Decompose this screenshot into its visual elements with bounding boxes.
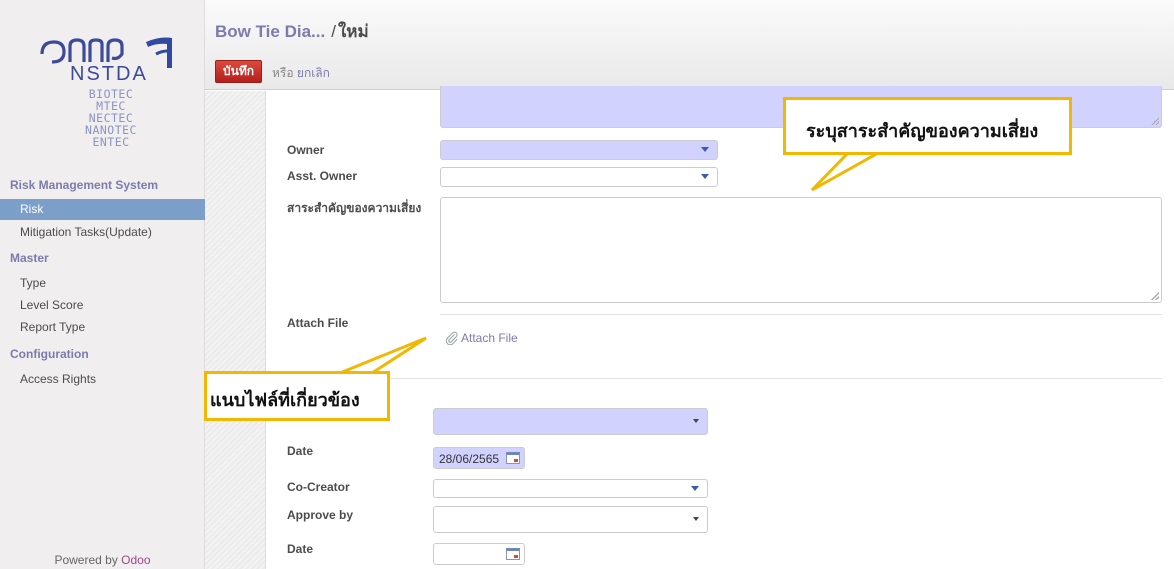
or-label: หรือ (272, 66, 294, 80)
nstda-logo: NSTDA BIOTEC MTEC NECTEC NANOTEC ENTEC (22, 22, 182, 162)
owner-label: Owner (287, 143, 325, 157)
date-label: Date (287, 444, 314, 458)
powered-by: Powered by Odoo (0, 553, 205, 567)
date2-input[interactable] (433, 543, 525, 565)
sidebar-item-risk[interactable]: Risk (0, 199, 205, 220)
approve-by-label: Approve by (287, 508, 354, 522)
divider (265, 378, 1162, 379)
date2-label: Date (287, 542, 314, 556)
attach-file-link-text: Attach File (461, 331, 518, 345)
callout-attach-file: แนบไฟล์ที่เกี่ยวข้อง (204, 371, 390, 421)
logo-sub: ENTEC (92, 135, 130, 149)
dropdown-caret-icon (693, 517, 699, 521)
sidebar-section-risk-management: Risk Management System (10, 178, 159, 192)
form-sheet (265, 91, 1174, 569)
form-background (205, 91, 265, 569)
breadcrumb-separator: / (331, 22, 336, 41)
date-input[interactable]: 28/06/2565 (433, 447, 525, 469)
callout-risk-essence: ระบุสาระสำคัญของความเสี่ยง (783, 97, 1072, 155)
nstda-logo-mark: NSTDA (40, 37, 172, 82)
asst-owner-select[interactable] (440, 167, 718, 187)
attach-file-link[interactable]: Attach File (445, 331, 518, 346)
dropdown-caret-icon (691, 486, 699, 491)
sidebar-item-level-score[interactable]: Level Score (0, 295, 205, 316)
form-header: Bow Tie Dia... / ใหม่ บันทึก หรือ ยกเลิก (205, 0, 1174, 90)
date-value: 28/06/2565 (439, 452, 500, 466)
sidebar-item-report-type[interactable]: Report Type (0, 317, 205, 338)
category-select[interactable] (433, 408, 708, 435)
co-creator-label: Co-Creator (287, 480, 350, 494)
co-creator-select[interactable] (433, 479, 708, 498)
breadcrumb: Bow Tie Dia... / ใหม่ (215, 18, 369, 45)
approve-by-select[interactable] (433, 506, 708, 533)
owner-select[interactable] (440, 140, 718, 160)
calendar-icon[interactable] (506, 452, 520, 464)
attach-file-label: Attach File (287, 316, 349, 330)
sidebar-item-type[interactable]: Type (0, 273, 205, 294)
sidebar-item-access-rights[interactable]: Access Rights (0, 369, 205, 390)
divider (440, 314, 1162, 315)
dropdown-caret-icon (701, 174, 709, 179)
sidebar-item-mitigation-tasks[interactable]: Mitigation Tasks(Update) (0, 222, 205, 243)
sidebar: NSTDA BIOTEC MTEC NECTEC NANOTEC ENTEC R… (0, 0, 205, 569)
paperclip-icon (445, 331, 458, 346)
calendar-icon[interactable] (506, 548, 520, 560)
logo-subtitles: BIOTEC MTEC NECTEC NANOTEC ENTEC (36, 88, 186, 148)
dropdown-caret-icon (701, 147, 709, 152)
asst-owner-label: Asst. Owner (287, 169, 358, 183)
save-button[interactable]: บันทึก (215, 60, 262, 83)
powered-by-prefix: Powered by (54, 553, 118, 567)
breadcrumb-current: ใหม่ (337, 22, 369, 41)
risk-essence-textarea[interactable] (440, 197, 1162, 303)
risk-essence-label: สาระสำคัญของความเสี่ยง (287, 201, 422, 215)
breadcrumb-parent[interactable]: Bow Tie Dia... (215, 22, 325, 41)
resize-handle-icon[interactable] (1151, 117, 1159, 125)
svg-text:NSTDA: NSTDA (70, 63, 148, 82)
sidebar-section-configuration: Configuration (10, 347, 89, 361)
or-cancel: หรือ ยกเลิก (272, 64, 330, 83)
sidebar-section-master: Master (10, 251, 49, 265)
resize-handle-icon[interactable] (1151, 292, 1159, 300)
cancel-link[interactable]: ยกเลิก (297, 66, 330, 80)
odoo-link[interactable]: Odoo (121, 553, 150, 567)
dropdown-caret-icon (693, 419, 699, 423)
